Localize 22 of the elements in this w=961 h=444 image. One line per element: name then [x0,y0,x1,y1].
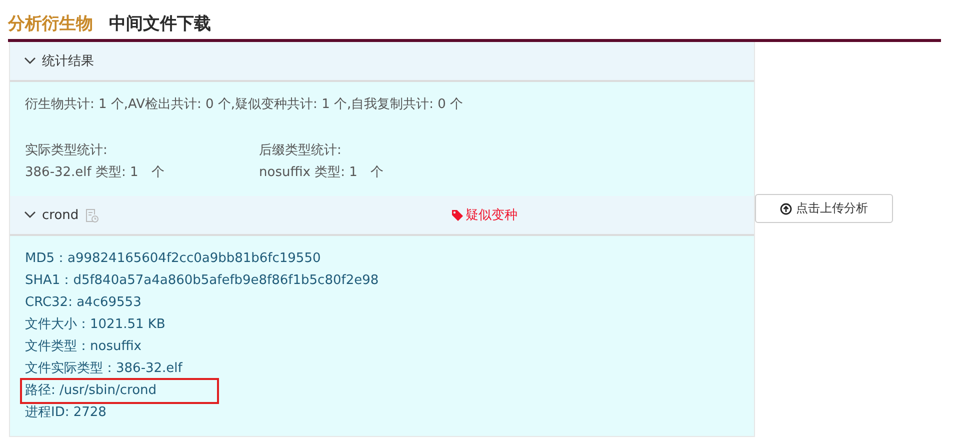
file-info-line: 文件类型：nosuffix [25,338,142,356]
variant-tag: 疑似变种 [450,206,518,224]
tag-icon [450,208,464,222]
file-info-line: 文件实际类型：386-32.elf [25,360,184,378]
stat-heading: 后缀类型统计: [259,142,342,160]
tab[interactable]: 中间文件下载 [109,12,211,35]
chevron-icon[interactable] [24,211,36,219]
stat-value: 386-32.elf 类型: 1 个 [25,164,166,182]
summary-text: 衍生物共计: 1 个,AV检出共计: 0 个,疑似变种共计: 1 个,自我复制共计: 0 个 [25,96,464,114]
chevron-icon[interactable] [24,57,36,65]
file-info-line: CRC32: a4c69553 [25,294,142,312]
file-info-line: MD5：a99824165604f2cc0a9bb81b6fc19550 [25,250,322,268]
stat-value: nosuffix 类型: 1 个 [259,164,384,182]
file-info-line: SHA1：d5f840a57a4a860b5afefb9e8f86f1b5c80f2e98 [25,272,380,290]
file-info-line: 文件大小：1021.51 KB [25,316,166,334]
upload-analysis-button[interactable]: 点击上传分析 [755,194,893,223]
file-name[interactable]: crond [42,208,79,222]
file-info-line: 进程ID: 2728 [25,404,108,422]
upload-icon [780,202,792,214]
file-info-line: 路径: /usr/sbin/crond [22,380,217,402]
section-title[interactable]: 统计结果 [42,52,94,70]
stat-heading: 实际类型统计: [25,142,108,160]
